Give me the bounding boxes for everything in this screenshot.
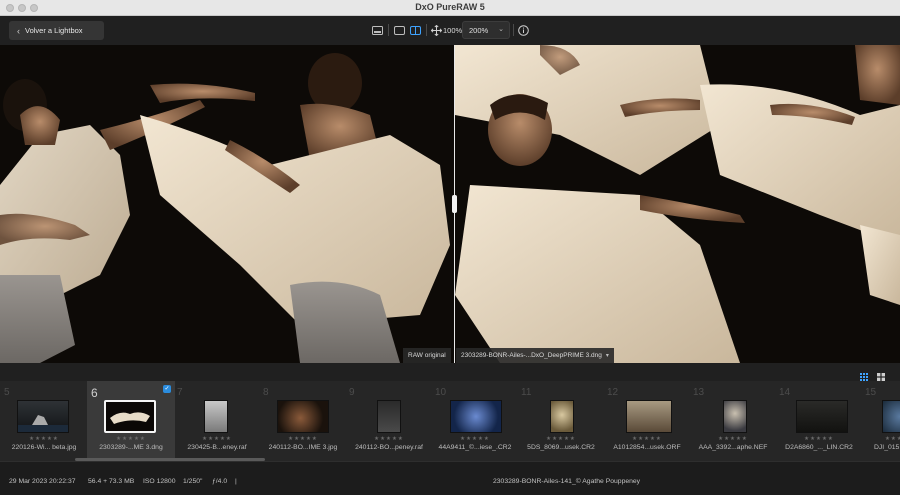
rating-stars[interactable]: ★★★★★ <box>861 436 900 442</box>
thumbnail-index: 15 <box>865 387 877 398</box>
toolbar: ‹ Volver a Lightbox 100% 200% ⌄ <box>0 16 900 45</box>
window-title: DxO PureRAW 5 <box>415 2 485 12</box>
thumbnail-image <box>450 400 502 433</box>
thumbnail-image <box>104 400 156 433</box>
thumbnail-index: 10 <box>435 387 447 398</box>
back-to-lightbox-button[interactable]: ‹ Volver a Lightbox <box>9 21 104 40</box>
thumbnail-image <box>723 400 747 433</box>
filmstrip-thumbnail[interactable]: 10 ★★★★★ 44A9411_©...iese_.CR2 <box>431 381 519 461</box>
processed-file-label: 2303289-BONR-Ailes-...DxO_DeepPRIME 3.dn… <box>461 352 602 359</box>
rating-stars[interactable]: ★★★★★ <box>87 436 175 442</box>
dancers-photo <box>0 45 900 363</box>
thumbnail-index: 7 <box>177 387 183 398</box>
filmstrip-thumbnail[interactable]: 14 ★★★★★ D2A6860_..._LIN.CR2 <box>775 381 863 461</box>
thumbnail-index: 11 <box>521 387 532 398</box>
toolbar-divider <box>388 24 389 36</box>
filmstrip-header <box>0 363 900 381</box>
iso-value: ISO 12800 <box>143 478 176 485</box>
thumbnail-filename: 230425-B...eney.raf <box>187 444 247 451</box>
thumbnail-image <box>882 400 900 433</box>
thumbnail-filename: 44A9411_©...iese_.CR2 <box>438 444 512 451</box>
thumbnail-index: 5 <box>4 387 10 398</box>
info-icon[interactable] <box>516 23 530 37</box>
compare-off-icon[interactable] <box>392 23 406 37</box>
status-divider: | <box>235 478 237 485</box>
thumbnail-image <box>277 400 329 433</box>
rating-stars[interactable]: ★★★★★ <box>0 436 88 442</box>
thumbnail-index: 6 <box>91 386 98 400</box>
chevron-down-icon: ⌄ <box>498 26 504 33</box>
filmstrip-thumbnail[interactable]: 8 ★★★★★ 240112-BO...IME 3.jpg <box>259 381 347 461</box>
back-to-lightbox-label: Volver a Lightbox <box>25 26 83 35</box>
thumbnail-image <box>17 400 69 433</box>
chevron-left-icon: ‹ <box>17 25 20 36</box>
thumbnail-index: 8 <box>263 387 269 398</box>
image-caption: 2303289-BONR-Ailes-141_© Agathe Pouppene… <box>493 478 641 485</box>
filmstrip-thumbnail[interactable]: 13 ★★★★★ AAA_3392...aphe.NEF <box>689 381 777 461</box>
thumbnail-filename: 220126-Wi... beta.jpg <box>11 444 77 451</box>
rating-stars[interactable]: ★★★★★ <box>689 436 777 442</box>
rating-stars[interactable]: ★★★★★ <box>345 436 433 442</box>
thumbnail-filename: 5DS_8069...usek.CR2 <box>527 444 595 451</box>
thumbnail-filename: 2303289-...ME 3.dng <box>99 444 163 451</box>
rating-stars[interactable]: ★★★★★ <box>775 436 863 442</box>
chevron-down-icon: ▾ <box>605 353 609 359</box>
thumbnail-index: 9 <box>349 387 355 398</box>
single-view-icon[interactable] <box>370 23 384 37</box>
rating-stars[interactable]: ★★★★★ <box>259 436 347 442</box>
filmstrip-thumbnail[interactable]: 11 ★★★★★ 5DS_8069...usek.CR2 <box>517 381 605 461</box>
thumbnail-image <box>377 400 401 433</box>
split-view-icon[interactable] <box>408 23 422 37</box>
selected-check-icon[interactable]: ✓ <box>163 385 171 393</box>
status-bar: 29 Mar 2023 20:22:37 56.4 + 73.3 MB ISO … <box>0 461 900 495</box>
thumbnail-image <box>204 400 228 433</box>
thumbnail-image <box>796 400 848 433</box>
filmstrip[interactable]: 5 ★★★★★ 220126-Wi... beta.jpg 6 ✓ ★★★★★ … <box>0 381 900 461</box>
image-viewer[interactable]: RAW original 2303289-BONR-Ailes-...DxO_D… <box>0 45 900 363</box>
filmstrip-thumbnail[interactable]: 15 ★★★★★ DJI_015 <box>861 381 900 461</box>
filmstrip-thumbnail[interactable]: 5 ★★★★★ 220126-Wi... beta.jpg <box>0 381 88 461</box>
thumbnail-image <box>626 400 672 433</box>
split-divider-handle[interactable] <box>452 195 457 213</box>
zoom-100-button[interactable]: 100% <box>443 26 462 35</box>
filmstrip-thumbnail[interactable]: 6 ✓ ★★★★★ 2303289-...ME 3.dng <box>87 381 175 461</box>
thumbnail-filename: D2A6860_..._LIN.CR2 <box>785 444 853 451</box>
toolbar-divider <box>426 24 427 36</box>
raw-original-label: RAW original <box>403 348 451 363</box>
thumbnail-index: 12 <box>607 387 619 398</box>
zoom-level-value: 200% <box>469 26 489 35</box>
capture-date: 29 Mar 2023 20:22:37 <box>9 478 76 485</box>
thumbnail-filename: DJI_015 <box>874 444 900 451</box>
thumbnail-index: 14 <box>779 387 791 398</box>
file-size: 56.4 + 73.3 MB <box>88 478 135 485</box>
window-titlebar: DxO PureRAW 5 <box>0 0 900 16</box>
filmstrip-thumbnail[interactable]: 7 ★★★★★ 230425-B...eney.raf <box>173 381 261 461</box>
rating-stars[interactable]: ★★★★★ <box>517 436 605 442</box>
pan-move-icon[interactable] <box>429 23 443 37</box>
aperture-value: ƒ/4.0 <box>212 478 228 485</box>
thumbnail-image <box>550 400 574 433</box>
filmstrip-thumbnail[interactable]: 9 ★★★★★ 240112-BO...peney.raf <box>345 381 433 461</box>
shutter-speed: 1/250" <box>183 478 203 485</box>
rating-stars[interactable]: ★★★★★ <box>431 436 519 442</box>
filmstrip-thumbnail[interactable]: 12 ★★★★★ A1012854...usek.ORF <box>603 381 691 461</box>
thumbnail-filename: A1012854...usek.ORF <box>613 444 681 451</box>
rating-stars[interactable]: ★★★★★ <box>603 436 691 442</box>
rating-stars[interactable]: ★★★★★ <box>173 436 261 442</box>
thumbnail-filename: 240112-BO...IME 3.jpg <box>268 444 338 451</box>
toolbar-divider <box>513 24 514 36</box>
processed-file-select[interactable]: 2303289-BONR-Ailes-...DxO_DeepPRIME 3.dn… <box>456 348 614 363</box>
zoom-level-select[interactable]: 200% ⌄ <box>462 21 510 39</box>
thumbnail-filename: AAA_3392...aphe.NEF <box>698 444 768 451</box>
thumbnail-index: 13 <box>693 387 705 398</box>
thumbnail-filename: 240112-BO...peney.raf <box>355 444 423 451</box>
